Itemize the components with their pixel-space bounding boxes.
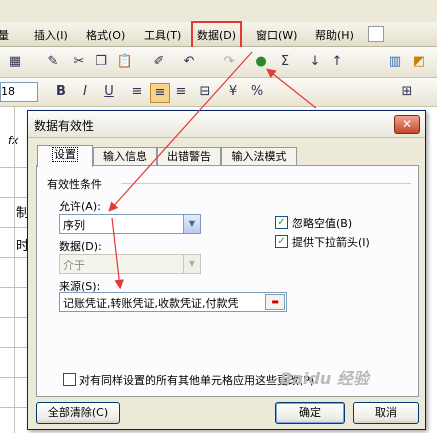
chevron-down-icon[interactable]: ▼: [183, 215, 200, 233]
italic-icon[interactable]: I: [76, 83, 94, 101]
data-select: 介于 ▼: [59, 254, 201, 274]
spelling-icon[interactable]: ✎: [44, 53, 62, 71]
font-size-combo[interactable]: 18: [0, 82, 38, 102]
drawing-icon[interactable]: ◩: [410, 53, 428, 71]
dialog-titlebar[interactable]: 数据有效性 ✕: [28, 111, 425, 138]
save-icon[interactable]: ▦: [6, 53, 24, 71]
data-value: 介于: [63, 259, 85, 272]
formatting-toolbar: 18 B I U ≡ ≡ ≡ ⊟ ¥ % ⊞: [0, 78, 437, 107]
cut-icon[interactable]: ✂: [70, 53, 88, 71]
menu-item-format[interactable]: 格式(O): [86, 27, 125, 43]
allow-label: 允许(A):: [59, 200, 101, 213]
menu-bar: 量 插入(I) 格式(O) 工具(T) 数据(D) 窗口(W) 帮助(H): [0, 21, 437, 49]
align-right-icon[interactable]: ≡: [172, 83, 190, 101]
section-title: 有效性条件: [47, 178, 102, 191]
chevron-down-icon: ▼: [183, 255, 200, 273]
bold-icon[interactable]: B: [52, 83, 70, 101]
currency-icon[interactable]: ¥: [224, 83, 242, 101]
chart-icon[interactable]: ▥: [386, 53, 404, 71]
align-center-icon[interactable]: ≡: [150, 83, 170, 103]
menu-item-help[interactable]: 帮助(H): [315, 27, 354, 43]
source-input[interactable]: 记账凭证,转账凭证,收款凭证,付款凭 ▬: [59, 292, 287, 312]
format-painter-icon[interactable]: ✐: [150, 53, 168, 71]
ignore-blank-label: 忽略空值(B): [292, 217, 353, 230]
align-left-icon[interactable]: ≡: [128, 83, 146, 101]
percent-icon[interactable]: %: [248, 83, 266, 101]
autosum-icon[interactable]: Σ: [276, 53, 294, 71]
data-label: 数据(D):: [59, 240, 102, 253]
cancel-button[interactable]: 取消: [353, 402, 419, 424]
apply-all-checkbox[interactable]: [63, 373, 76, 386]
close-button[interactable]: ✕: [394, 115, 420, 134]
standard-toolbar: ▦ ✎ ✂ ❐ 📋 ✐ ↶ ↷ ● Σ ↓ ↑ ▥ ◩: [0, 47, 437, 78]
dialog-title: 数据有效性: [34, 119, 95, 133]
apply-all-label: 对有同样设置的所有其他单元格应用这些更改(P): [79, 374, 315, 387]
sort-ascending-icon[interactable]: ↓: [306, 53, 324, 71]
clear-all-button[interactable]: 全部清除(C): [36, 402, 120, 424]
ignore-blank-checkbox[interactable]: ✓: [275, 216, 288, 229]
underline-icon[interactable]: U: [100, 83, 118, 101]
ok-button[interactable]: 确定: [275, 402, 345, 424]
allow-select[interactable]: 序列 ▼: [59, 214, 201, 234]
tab-ime-mode[interactable]: 输入法模式: [221, 147, 297, 166]
dropdown-arrow-label: 提供下拉箭头(I): [292, 236, 370, 249]
menu-item-insert[interactable]: 插入(I): [34, 27, 68, 43]
merge-center-icon[interactable]: ⊟: [196, 83, 214, 101]
sort-descending-icon[interactable]: ↑: [328, 53, 346, 71]
allow-value: 序列: [63, 219, 85, 232]
menu-item-partial[interactable]: 量: [0, 27, 9, 43]
paste-icon[interactable]: 📋: [116, 53, 134, 71]
dropdown-arrow-checkbox[interactable]: ✓: [275, 235, 288, 248]
collapse-dialog-icon[interactable]: ▬: [265, 294, 285, 310]
section-divider: [121, 183, 411, 184]
help-search-box[interactable]: [368, 26, 384, 42]
tab-settings[interactable]: 设置: [37, 145, 93, 167]
hyperlink-icon[interactable]: ●: [252, 53, 270, 71]
menu-item-tools[interactable]: 工具(T): [144, 27, 181, 43]
tab-input-message[interactable]: 输入信息: [93, 147, 157, 166]
borders-icon[interactable]: ⊞: [398, 83, 416, 101]
menu-item-window[interactable]: 窗口(W): [256, 27, 297, 43]
redo-icon[interactable]: ↷: [220, 53, 238, 71]
menu-item-data[interactable]: 数据(D): [190, 21, 243, 49]
watermark-logo: Baidu 经验: [280, 369, 369, 388]
copy-icon[interactable]: ❐: [92, 53, 110, 71]
undo-icon[interactable]: ↶: [180, 53, 198, 71]
source-value: 记账凭证,转账凭证,收款凭证,付款凭: [63, 297, 239, 310]
tab-error-alert[interactable]: 出错警告: [157, 147, 221, 166]
settings-panel: 有效性条件 允许(A): 序列 ▼ 数据(D): 介于 ▼ ✓ 忽略空值(B) …: [36, 165, 419, 397]
